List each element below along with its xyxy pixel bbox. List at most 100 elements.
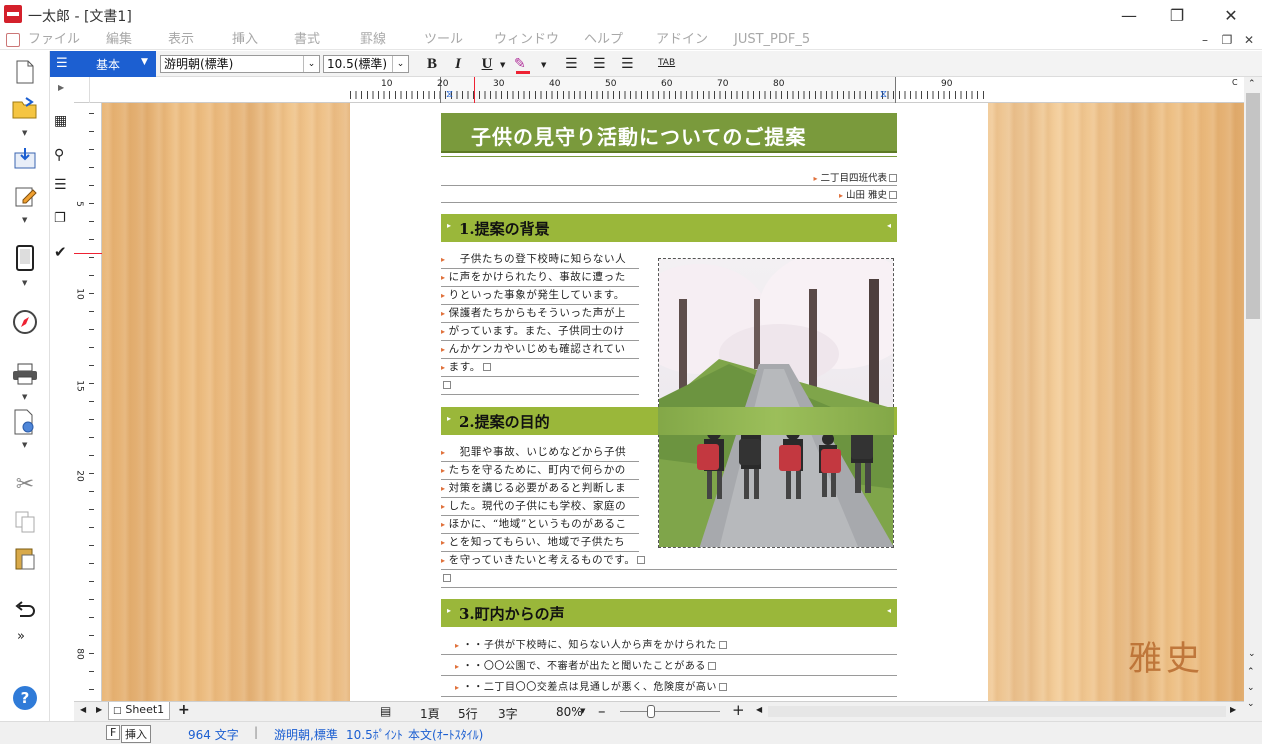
paragraph-1-line[interactable]: ▸ に声をかけられたり、事故に遭った [441, 269, 639, 287]
add-sheet-button[interactable]: + [178, 702, 190, 718]
scroll-down-icon[interactable]: ⌄ [1248, 649, 1256, 659]
vertical-ruler[interactable]: 5 10 15 20 80 [74, 103, 102, 701]
outline-list-icon[interactable]: ☰ [54, 177, 67, 193]
voice-list-item[interactable]: ▸ ・・子供が下校時に、知らない人から声をかけられた [441, 637, 897, 655]
mdi-restore-button[interactable]: ❐ [1216, 30, 1238, 50]
align-right-icon[interactable]: ☰ [621, 56, 634, 72]
page-icon[interactable]: ❐ [54, 211, 66, 226]
highlighter-icon[interactable]: ✎ [514, 56, 526, 72]
save-icon[interactable] [9, 143, 41, 173]
document-title[interactable]: 子供の見守り活動についてのご提案 [471, 121, 806, 150]
page-settings-icon[interactable] [9, 407, 41, 437]
menu-file[interactable]: ファイル [28, 30, 80, 50]
paragraph-2-line[interactable]: ▸ を守っていきたいと考えるものです。 [441, 552, 897, 570]
align-center-icon[interactable]: ☰ [593, 56, 606, 72]
chevron-down-icon[interactable]: ▼ [22, 216, 27, 224]
menu-insert[interactable]: 挿入 [232, 30, 258, 50]
sheet-tab[interactable]: □ Sheet1 [108, 702, 170, 720]
menu-edit[interactable]: 編集 [106, 30, 132, 50]
doc-icon[interactable] [6, 33, 20, 47]
more-tools-icon[interactable]: » [17, 629, 25, 644]
horizontal-ruler[interactable]: 10 20 30 40 50 60 70 80 90 ⧖ ⧖ C [74, 77, 1244, 103]
photo-children-walking[interactable] [658, 258, 894, 548]
ruler-c-button[interactable]: C [1232, 78, 1238, 87]
menu-window[interactable]: ウィンドウ [494, 30, 559, 50]
chevron-down-icon[interactable]: ▼ [22, 279, 27, 287]
voice-list-item[interactable]: ▸ ・・〇〇公園で、不審者が出たと聞いたことがある [441, 658, 897, 676]
voice-list-item[interactable]: ▸ ・・二丁目〇〇交差点は見通しが悪く、危険度が高い [441, 679, 897, 697]
paragraph-2-line[interactable]: ▸ した。現代の子供にも学校、家庭の [441, 498, 639, 516]
close-button[interactable]: ✕ [1208, 0, 1254, 30]
menu-tools[interactable]: ツール [424, 30, 463, 50]
page-up-icon[interactable]: ⌃ [1247, 667, 1255, 677]
hscroll-left-icon[interactable]: ◀ [756, 705, 762, 714]
zoom-in-button[interactable]: + [732, 701, 745, 719]
chevron-down-icon[interactable]: ▼ [22, 393, 27, 401]
search-icon[interactable]: ⚲ [54, 147, 64, 163]
paragraph-2-line[interactable]: ▸ 犯罪や事故、いじめなどから子供 [441, 444, 639, 462]
menu-view[interactable]: 表示 [168, 30, 194, 50]
document-workspace[interactable]: 子供の見守り活動についてのご提案 ▸ 二丁目四班代表 ▸ 山田 雅史 ▸ 1.提案の… [102, 103, 1244, 701]
paragraph-1-line[interactable]: ▸ 子供たちの登下校時に知らない人 [441, 251, 639, 269]
menu-just-pdf[interactable]: JUST_PDF_5 [734, 30, 810, 50]
last-page-icon[interactable]: ⌄ [1247, 699, 1255, 709]
heading-2[interactable]: 2.提案の目的 [459, 411, 550, 432]
minimize-button[interactable]: — [1106, 0, 1152, 30]
author-name-line[interactable]: ▸ 山田 雅史 [441, 187, 897, 203]
app-icon[interactable] [4, 5, 22, 23]
expand-arrow-icon[interactable]: ▶ [58, 83, 64, 92]
input-mode-indicator[interactable]: 挿入 [121, 725, 151, 743]
page-down-icon[interactable]: ⌄ [1247, 683, 1255, 693]
scroll-up-icon[interactable]: ⌃ [1248, 79, 1256, 89]
chevron-down-icon[interactable]: ▼ [22, 129, 27, 137]
menu-ruled-line[interactable]: 罫線 [360, 30, 386, 50]
scissors-icon[interactable]: ✂ [9, 469, 41, 499]
print-icon[interactable] [9, 359, 41, 389]
hscroll-right-icon[interactable]: ▶ [1230, 705, 1236, 714]
zoom-out-button[interactable]: – [598, 702, 606, 720]
paragraph-2-line[interactable]: ▸ たちを守るために、町内で何らかの [441, 462, 639, 480]
new-document-icon[interactable] [9, 57, 41, 87]
paragraph-1-line[interactable]: ▸ りといった事象が発生しています。 [441, 287, 639, 305]
paste-icon[interactable] [9, 543, 41, 573]
menu-format[interactable]: 書式 [294, 30, 320, 50]
tablet-view-icon[interactable] [9, 243, 41, 273]
chevron-down-icon[interactable]: ▼ [580, 707, 585, 715]
mdi-close-button[interactable]: ✕ [1238, 30, 1260, 50]
chevron-down-icon[interactable]: ▼ [22, 441, 27, 449]
paragraph-1-line[interactable]: ▸ がっています。また、子供同士のけ [441, 323, 639, 341]
italic-button[interactable]: I [447, 54, 469, 74]
horizontal-scrollbar[interactable] [768, 706, 1226, 717]
check-icon[interactable]: ✔ [54, 243, 67, 261]
undo-icon[interactable] [9, 595, 41, 625]
copy-icon[interactable] [9, 507, 41, 537]
function-key-indicator[interactable]: F [106, 725, 121, 740]
help-icon[interactable]: ? [9, 683, 41, 713]
left-indent-marker[interactable]: ⧖ [446, 89, 453, 100]
font-select[interactable]: 游明朝(標準) ⌄ [160, 55, 320, 73]
scroll-thumb[interactable] [1246, 93, 1260, 319]
align-left-icon[interactable]: ☰ [565, 56, 578, 72]
zoom-slider-track[interactable] [620, 711, 720, 712]
chevron-down-icon[interactable]: ▼ [500, 61, 505, 69]
empty-line[interactable] [441, 377, 639, 395]
heading-1[interactable]: 1.提案の背景 [459, 218, 550, 239]
maximize-button[interactable]: ❐ [1154, 0, 1200, 30]
menu-help[interactable]: ヘルプ [584, 30, 623, 50]
sheet-next-icon[interactable]: ▶ [96, 705, 102, 714]
underline-button[interactable]: U [476, 54, 498, 74]
zoom-value[interactable]: 80% [556, 705, 583, 719]
zoom-slider-thumb[interactable] [647, 705, 655, 718]
menu-addin[interactable]: アドイン [656, 30, 708, 50]
heading-3[interactable]: 3.町内からの声 [459, 603, 565, 624]
author-org-line[interactable]: ▸ 二丁目四班代表 [441, 170, 897, 186]
paragraph-1-line[interactable]: ▸ ます。 [441, 359, 639, 377]
document-page[interactable]: 子供の見守り活動についてのご提案 ▸ 二丁目四班代表 ▸ 山田 雅史 ▸ 1.提案の… [350, 103, 988, 701]
paragraph-2-line[interactable]: ▸ とを知ってもらい、地域で子供たち [441, 534, 639, 552]
paragraph-1-line[interactable]: ▸ んかケンカやいじめも確認されてい [441, 341, 639, 359]
edit-document-icon[interactable] [9, 181, 41, 211]
sheet-prev-icon[interactable]: ◀ [80, 705, 86, 714]
thumbnail-grid-icon[interactable]: ▦ [54, 113, 67, 129]
open-folder-icon[interactable] [9, 93, 41, 123]
vertical-scrollbar[interactable]: ⌃ ⌄ ⌃ ⌄ ⌄ [1244, 77, 1262, 721]
